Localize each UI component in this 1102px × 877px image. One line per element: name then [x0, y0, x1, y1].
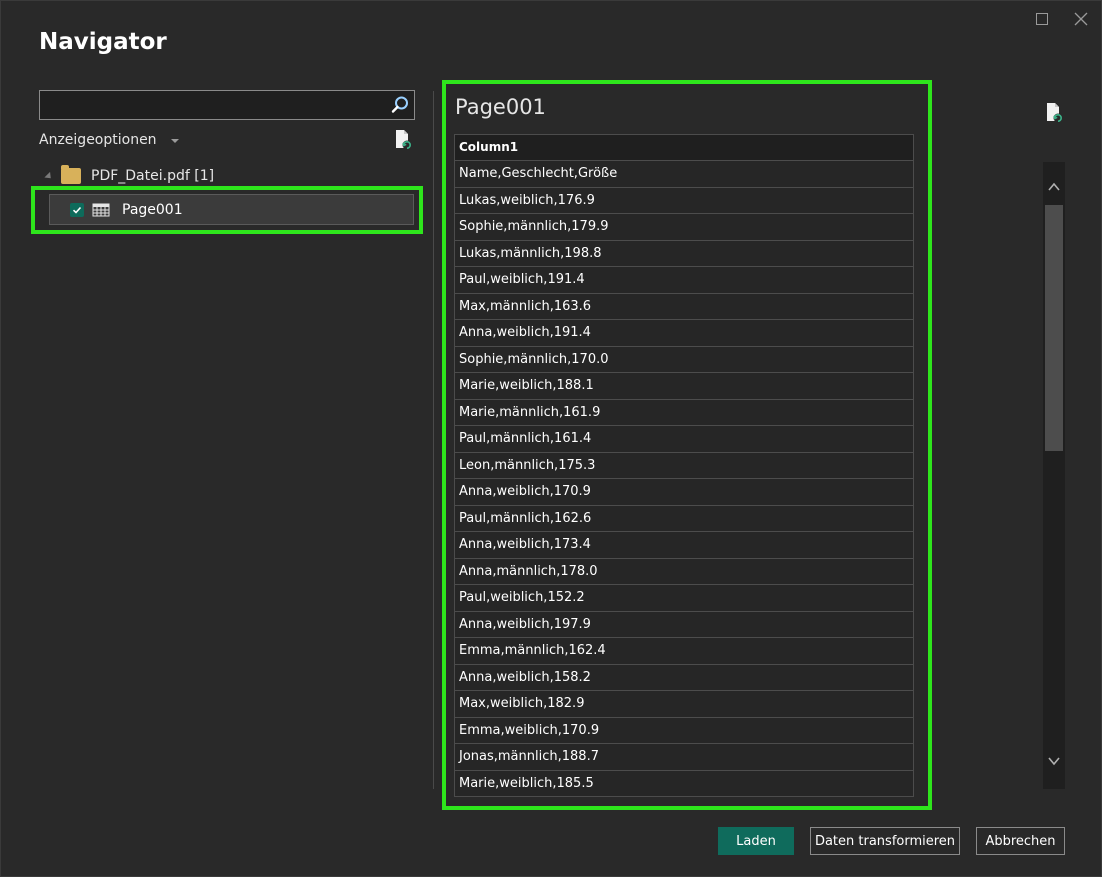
display-options-label: Anzeigeoptionen: [39, 132, 157, 148]
table-row[interactable]: Paul,männlich,161.4: [454, 426, 914, 453]
tree-folder-pdf[interactable]: PDF_Datei.pdf [1]: [44, 165, 215, 184]
table-row[interactable]: Anna,weiblich,173.4: [454, 532, 914, 559]
table-icon: [92, 203, 110, 216]
folder-icon: [61, 165, 81, 184]
refresh-icon[interactable]: [1044, 102, 1064, 124]
checkbox-page001[interactable]: [70, 202, 84, 217]
scroll-down-icon[interactable]: [1047, 754, 1061, 768]
table-row[interactable]: Name,Geschlecht,Größe: [454, 161, 914, 188]
table-row[interactable]: Lukas,weiblich,176.9: [454, 187, 914, 214]
table-row[interactable]: Leon,männlich,175.3: [454, 452, 914, 479]
folder-label: PDF_Datei.pdf [1]: [91, 168, 215, 184]
navigator-dialog: Navigator Anzeigeoptionen PDF_Datei.pdf …: [0, 0, 1102, 877]
table-row[interactable]: Marie,männlich,161.9: [454, 399, 914, 426]
dialog-title: Navigator: [39, 29, 167, 55]
table-row[interactable]: Anna,weiblich,158.2: [454, 664, 914, 691]
search-input[interactable]: [40, 91, 380, 119]
search-icon[interactable]: [390, 95, 410, 115]
table-row[interactable]: Paul,weiblich,152.2: [454, 585, 914, 612]
table-row[interactable]: Jonas,männlich,188.7: [454, 744, 914, 771]
close-icon[interactable]: [1069, 7, 1093, 31]
table-row[interactable]: Anna,weiblich,191.4: [454, 320, 914, 347]
table-row[interactable]: Max,weiblich,182.9: [454, 691, 914, 718]
preview-table: Column1 Name,Geschlecht,Größe Lukas,weibl…: [454, 134, 914, 797]
maximize-icon[interactable]: [1030, 7, 1054, 31]
preview-title: Page001: [455, 95, 546, 119]
load-button[interactable]: Laden: [718, 827, 794, 855]
cancel-button[interactable]: Abbrechen: [976, 827, 1065, 855]
table-row[interactable]: Anna,weiblich,170.9: [454, 479, 914, 506]
table-row[interactable]: Sophie,männlich,170.0: [454, 346, 914, 373]
tree-item-label: Page001: [122, 201, 183, 218]
transform-data-button[interactable]: Daten transformieren: [810, 827, 960, 855]
table-row[interactable]: Marie,weiblich,185.5: [454, 770, 914, 797]
table-row[interactable]: Max,männlich,163.6: [454, 293, 914, 320]
panel-divider[interactable]: [433, 91, 434, 789]
column-header[interactable]: Column1: [454, 134, 914, 161]
table-row[interactable]: Sophie,männlich,179.9: [454, 214, 914, 241]
table-row[interactable]: Paul,weiblich,191.4: [454, 267, 914, 294]
table-row[interactable]: Paul,männlich,162.6: [454, 505, 914, 532]
table-row[interactable]: Emma,weiblich,170.9: [454, 717, 914, 744]
display-options-dropdown[interactable]: Anzeigeoptionen: [39, 132, 179, 148]
table-row[interactable]: Anna,männlich,178.0: [454, 558, 914, 585]
chevron-down-icon: [170, 139, 179, 143]
search-box[interactable]: [39, 90, 415, 120]
table-row[interactable]: Emma,männlich,162.4: [454, 638, 914, 665]
scrollbar-thumb[interactable]: [1045, 205, 1063, 451]
refresh-preview-icon[interactable]: [393, 129, 413, 151]
tree-item-page001[interactable]: Page001: [49, 194, 414, 225]
table-row[interactable]: Lukas,männlich,198.8: [454, 240, 914, 267]
table-row[interactable]: Marie,weiblich,188.1: [454, 373, 914, 400]
vertical-scrollbar[interactable]: [1043, 162, 1065, 789]
checkmark-icon: [72, 206, 82, 214]
expand-arrow-icon[interactable]: [44, 171, 54, 181]
scroll-up-icon[interactable]: [1047, 180, 1061, 194]
table-row[interactable]: Anna,weiblich,197.9: [454, 611, 914, 638]
